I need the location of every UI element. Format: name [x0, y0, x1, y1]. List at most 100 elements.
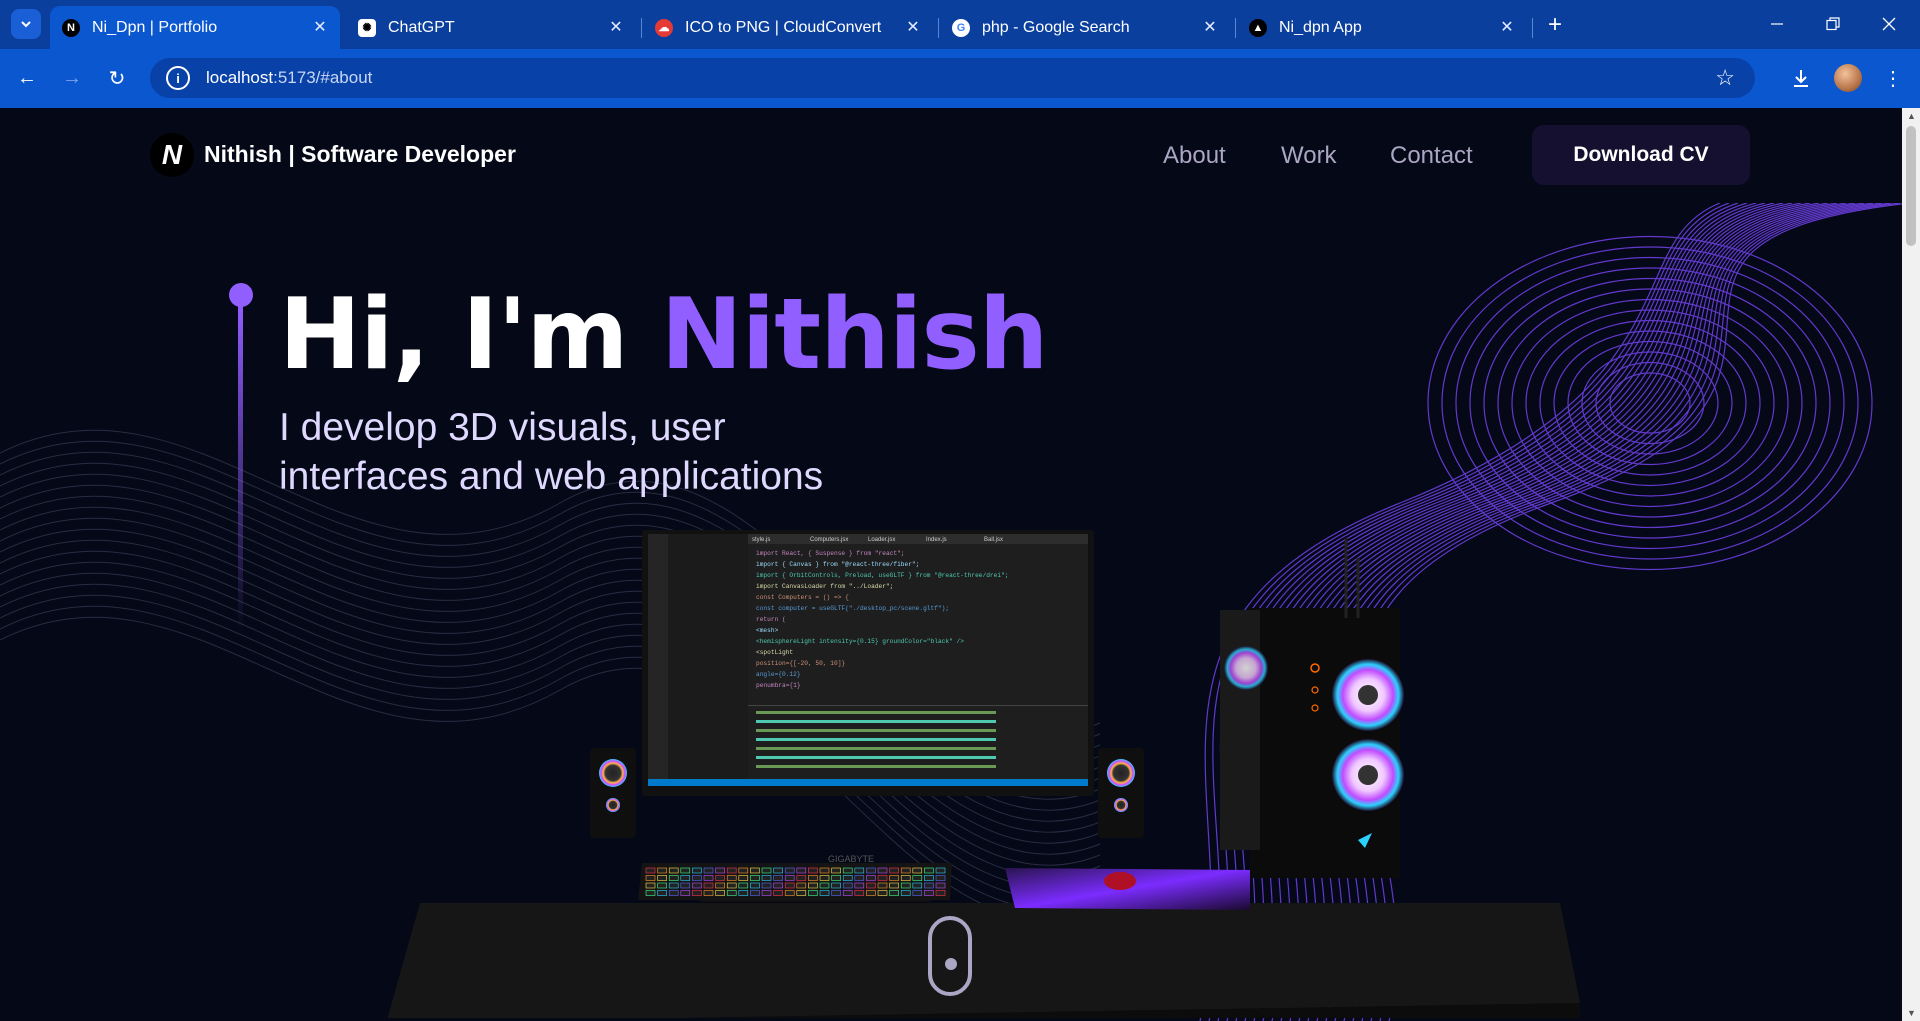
terminal-line	[756, 756, 996, 759]
address-bar[interactable]: i localhost:5173/#about ☆	[150, 58, 1755, 98]
profile-avatar[interactable]	[1834, 64, 1862, 92]
keyboard-key	[935, 867, 946, 874]
keyboard-key	[935, 882, 946, 889]
close-tab-icon[interactable]: ✕	[1200, 17, 1220, 37]
scroll-indicator[interactable]	[928, 916, 972, 996]
new-tab-button[interactable]: +	[1540, 10, 1570, 40]
portfolio-page: N Nithish | Software Developer About Wor…	[0, 108, 1902, 1021]
keyboard-key	[808, 875, 818, 881]
monitor-brand-label: GIGABYTE	[828, 854, 874, 864]
pc-side-panel	[1220, 610, 1260, 850]
keyboard-key	[808, 882, 818, 889]
right-speaker-tweeter	[1114, 798, 1128, 812]
keyboard-key	[738, 890, 749, 896]
keyboard-key	[819, 882, 830, 889]
desktop-3d-scene[interactable]: GIGABYTE import React, { Suspense } from…	[380, 518, 1580, 1018]
code-line: import { Canvas } from "@react-three/fib…	[756, 561, 919, 568]
keyboard-key	[761, 875, 772, 881]
keyboard-key	[924, 867, 934, 874]
terminal-line	[756, 765, 996, 768]
keyboard-key	[726, 882, 737, 889]
tab-chatgpt[interactable]: ✺ ChatGPT ✕	[346, 6, 636, 49]
tab-google-search[interactable]: G php - Google Search ✕	[940, 6, 1230, 49]
keyboard-key	[819, 867, 830, 874]
browser-menu-button[interactable]: ⋮	[1876, 61, 1910, 95]
keyboard-key	[854, 882, 865, 889]
desk-top	[387, 903, 1580, 1018]
keyboard-key	[877, 882, 888, 889]
back-button[interactable]: ←	[10, 61, 44, 95]
site-info-icon[interactable]: i	[166, 66, 190, 90]
nav-about[interactable]: About	[1163, 142, 1226, 170]
tab-title: ChatGPT	[388, 18, 455, 36]
tab-divider	[641, 18, 642, 38]
scrollbar-thumb[interactable]	[1906, 126, 1916, 246]
keyboard-key	[750, 867, 760, 874]
download-cv-button[interactable]: Download CV	[1532, 125, 1750, 185]
close-tab-icon[interactable]: ✕	[606, 17, 626, 37]
keyboard-key	[726, 890, 737, 896]
keyboard-key	[715, 867, 725, 874]
reload-button[interactable]: ↻	[100, 61, 134, 95]
code-line: position={[-20, 50, 10]}	[756, 660, 845, 667]
keyboard-key	[935, 890, 946, 896]
download-icon	[1794, 70, 1808, 87]
keyboard-key	[889, 890, 899, 896]
keyboard-key	[703, 875, 714, 881]
terminal-divider	[748, 705, 1088, 706]
downloads-button[interactable]	[1784, 61, 1818, 95]
scroll-down-arrow-icon[interactable]: ▼	[1907, 1008, 1916, 1018]
scroll-up-arrow-icon[interactable]: ▲	[1907, 111, 1916, 121]
keyboard-key	[784, 882, 795, 889]
right-speaker-woofer	[1107, 759, 1135, 787]
nav-work[interactable]: Work	[1281, 142, 1337, 170]
hero-subtitle-line-2: interfaces and web applications	[279, 455, 824, 498]
keyboard-key	[912, 875, 923, 881]
tab-title: ICO to PNG | CloudConvert	[685, 18, 882, 36]
code-line: const Computers = () => {	[756, 594, 849, 601]
keyboard-key	[715, 890, 725, 896]
code-line: penumbra={1}	[756, 682, 801, 689]
keyboard-key	[715, 875, 725, 881]
tab-portfolio[interactable]: N Ni_Dpn | Portfolio ✕	[50, 6, 340, 49]
tab-search-button[interactable]	[11, 9, 41, 39]
keyboard-key	[668, 890, 679, 896]
close-tab-icon[interactable]: ✕	[310, 17, 330, 37]
keyboard-key	[784, 867, 795, 874]
keyboard-key	[761, 882, 772, 889]
terminal-line	[756, 738, 996, 741]
keyboard-key	[796, 882, 807, 889]
keyboard-key	[726, 875, 737, 881]
hero-greeting: Hi, I'm	[279, 278, 661, 392]
minimize-button[interactable]	[1754, 8, 1800, 40]
code-line: import React, { Suspense } from "react";	[756, 550, 905, 557]
tab-app[interactable]: ▲ Ni_dpn App ✕	[1237, 6, 1527, 49]
keyboard-key	[842, 882, 853, 889]
terminal-line	[756, 720, 996, 723]
close-tab-icon[interactable]: ✕	[1497, 17, 1517, 37]
keyboard-key	[796, 875, 807, 881]
code-line: <mesh>	[756, 627, 779, 634]
site-logo[interactable]: N	[150, 133, 194, 177]
arrow-left-icon: ←	[17, 66, 37, 89]
scroll-indicator-dot	[945, 958, 957, 970]
case-fan-side	[1224, 646, 1268, 690]
keyboard-key	[877, 890, 888, 896]
keyboard-key	[842, 867, 853, 874]
editor-activity-bar	[648, 534, 668, 786]
tab-cloudconvert[interactable]: ☁ ICO to PNG | CloudConvert ✕	[643, 6, 933, 49]
brand-title[interactable]: Nithish | Software Developer	[204, 141, 516, 168]
hero-heading: Hi, I'm Nithish	[279, 278, 1049, 392]
browser-chrome: N Ni_Dpn | Portfolio ✕ ✺ ChatGPT ✕ ☁ ICO…	[0, 0, 1920, 108]
forward-button[interactable]: →	[55, 61, 89, 95]
bookmark-star-icon[interactable]: ☆	[1715, 65, 1735, 91]
hero-accent-line	[238, 303, 243, 633]
keyboard-key	[889, 875, 899, 881]
keyboard-key	[854, 875, 865, 881]
page-scrollbar[interactable]: ▲ ▼	[1902, 108, 1920, 1021]
url-text[interactable]: localhost:5173/#about	[206, 68, 372, 88]
restore-button[interactable]	[1810, 8, 1856, 40]
close-window-button[interactable]	[1866, 8, 1912, 40]
close-tab-icon[interactable]: ✕	[903, 17, 923, 37]
nav-contact[interactable]: Contact	[1390, 142, 1473, 170]
